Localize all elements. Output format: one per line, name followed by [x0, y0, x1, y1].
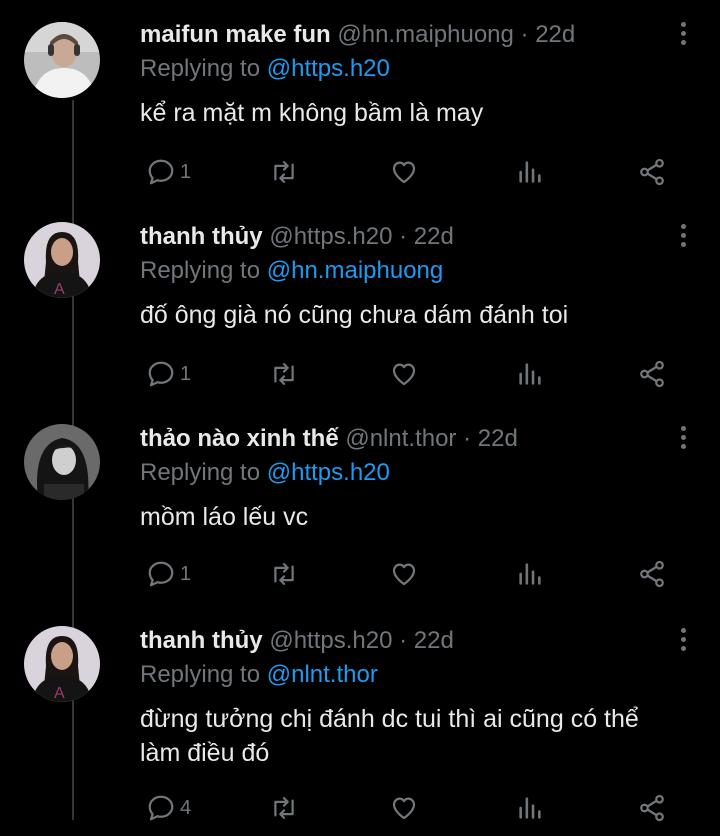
like-button[interactable]	[388, 556, 420, 592]
action-bar: 1	[140, 556, 680, 592]
share-button[interactable]	[636, 556, 668, 592]
timestamp[interactable]: 22d	[414, 627, 454, 654]
timestamp[interactable]: 22d	[414, 223, 454, 250]
mention-link[interactable]: @nlnt.thor	[267, 661, 378, 688]
reply-icon	[148, 361, 174, 387]
mention-link[interactable]: @hn.maiphuong	[267, 257, 443, 284]
handle[interactable]: @https.h20	[269, 627, 392, 654]
reply-button[interactable]: 1	[146, 154, 191, 190]
retweet-button[interactable]	[268, 154, 300, 190]
retweet-icon	[274, 797, 294, 819]
reply-button[interactable]: 1	[146, 556, 191, 592]
avatar[interactable]: A	[24, 626, 100, 702]
timestamp[interactable]: 22d	[535, 21, 575, 48]
analytics-button[interactable]	[516, 356, 544, 392]
reply-button[interactable]: 4	[146, 790, 191, 826]
handle[interactable]: @hn.maiphuong	[337, 21, 513, 48]
share-icon	[640, 794, 664, 822]
retweet-icon	[274, 363, 294, 385]
tweet[interactable]: A thanh thủy @https.h20 · 22d Replying t…	[0, 216, 720, 406]
separator: ·	[392, 223, 414, 250]
replying-to: Replying to @nlnt.thor	[140, 660, 680, 690]
reply-count: 4	[180, 796, 192, 819]
like-icon	[392, 563, 416, 586]
more-options-icon[interactable]	[678, 22, 688, 52]
share-button[interactable]	[636, 790, 668, 826]
tweet-text: mồm láo lếu vc	[140, 503, 309, 531]
display-name[interactable]: maifun make fun	[140, 21, 331, 48]
replying-prefix: Replying to	[140, 257, 267, 284]
action-bar: 1	[140, 356, 680, 392]
mention-link[interactable]: @https.h20	[267, 459, 390, 486]
replying-to: Replying to @hn.maiphuong	[140, 256, 680, 286]
share-icon	[640, 158, 664, 186]
retweet-button[interactable]	[268, 790, 300, 826]
tweet[interactable]: A thanh thủy @https.h20 · 22d Replying t…	[0, 620, 720, 836]
retweet-icon	[274, 161, 294, 183]
handle[interactable]: @nlnt.thor	[345, 425, 456, 452]
mention-link[interactable]: @https.h20	[267, 55, 390, 82]
replying-prefix: Replying to	[140, 55, 267, 82]
like-icon	[392, 797, 416, 820]
tweet-header: thanh thủy @https.h20 · 22d	[140, 222, 680, 252]
action-bar: 4	[140, 790, 680, 826]
display-name[interactable]: thanh thủy	[140, 627, 263, 654]
share-icon	[640, 360, 664, 388]
avatar[interactable]: A	[24, 222, 100, 298]
svg-text:A: A	[54, 685, 65, 702]
replying-to: Replying to @https.h20	[140, 54, 680, 84]
tweet-text: đừng tưởng chị đánh dc tui thì ai cũng c…	[140, 705, 639, 767]
share-icon	[640, 560, 664, 588]
tweet-text: đố ông già nó cũng chưa dám đánh toi	[140, 301, 569, 329]
tweet-header: maifun make fun @hn.maiphuong · 22d	[140, 20, 680, 50]
analytics-icon	[519, 563, 541, 585]
handle[interactable]: @https.h20	[269, 223, 392, 250]
reply-icon	[148, 795, 174, 821]
action-bar: 1	[140, 154, 680, 190]
retweet-button[interactable]	[268, 356, 300, 392]
replying-to: Replying to @https.h20	[140, 458, 680, 488]
reply-button[interactable]: 1	[146, 356, 191, 392]
share-button[interactable]	[636, 154, 668, 190]
more-options-icon[interactable]	[678, 628, 688, 658]
more-options-icon[interactable]	[678, 426, 688, 456]
display-name[interactable]: thảo nào xinh thế	[140, 425, 339, 452]
separator: ·	[513, 21, 536, 48]
like-icon	[392, 161, 416, 184]
separator: ·	[456, 425, 478, 452]
tweet[interactable]: maifun make fun @hn.maiphuong · 22d Repl…	[0, 14, 720, 204]
display-name[interactable]: thanh thủy	[140, 223, 263, 250]
like-icon	[392, 363, 416, 386]
like-button[interactable]	[388, 790, 420, 826]
reply-count: 1	[180, 362, 192, 385]
svg-text:A: A	[54, 281, 65, 298]
tweet-header: thanh thủy @https.h20 · 22d	[140, 626, 680, 656]
analytics-icon	[519, 363, 541, 385]
timestamp[interactable]: 22d	[478, 425, 518, 452]
separator: ·	[392, 627, 414, 654]
avatar[interactable]	[24, 22, 100, 98]
replying-prefix: Replying to	[140, 459, 267, 486]
analytics-button[interactable]	[516, 556, 544, 592]
tweet[interactable]: thảo nào xinh thế @nlnt.thor · 22d Reply…	[0, 418, 720, 608]
like-button[interactable]	[388, 356, 420, 392]
retweet-icon	[274, 563, 294, 585]
share-button[interactable]	[636, 356, 668, 392]
tweet-text: kể ra mặt m không bầm là may	[140, 99, 484, 127]
analytics-icon	[519, 797, 541, 819]
replying-prefix: Replying to	[140, 661, 267, 688]
more-options-icon[interactable]	[678, 224, 688, 254]
reply-count: 1	[180, 160, 192, 183]
reply-count: 1	[180, 562, 192, 585]
like-button[interactable]	[388, 154, 420, 190]
tweet-header: thảo nào xinh thế @nlnt.thor · 22d	[140, 424, 680, 454]
analytics-icon	[519, 161, 541, 183]
reply-icon	[148, 159, 174, 185]
analytics-button[interactable]	[516, 154, 544, 190]
reply-icon	[148, 561, 174, 587]
retweet-button[interactable]	[268, 556, 300, 592]
analytics-button[interactable]	[516, 790, 544, 826]
avatar[interactable]	[24, 424, 100, 500]
